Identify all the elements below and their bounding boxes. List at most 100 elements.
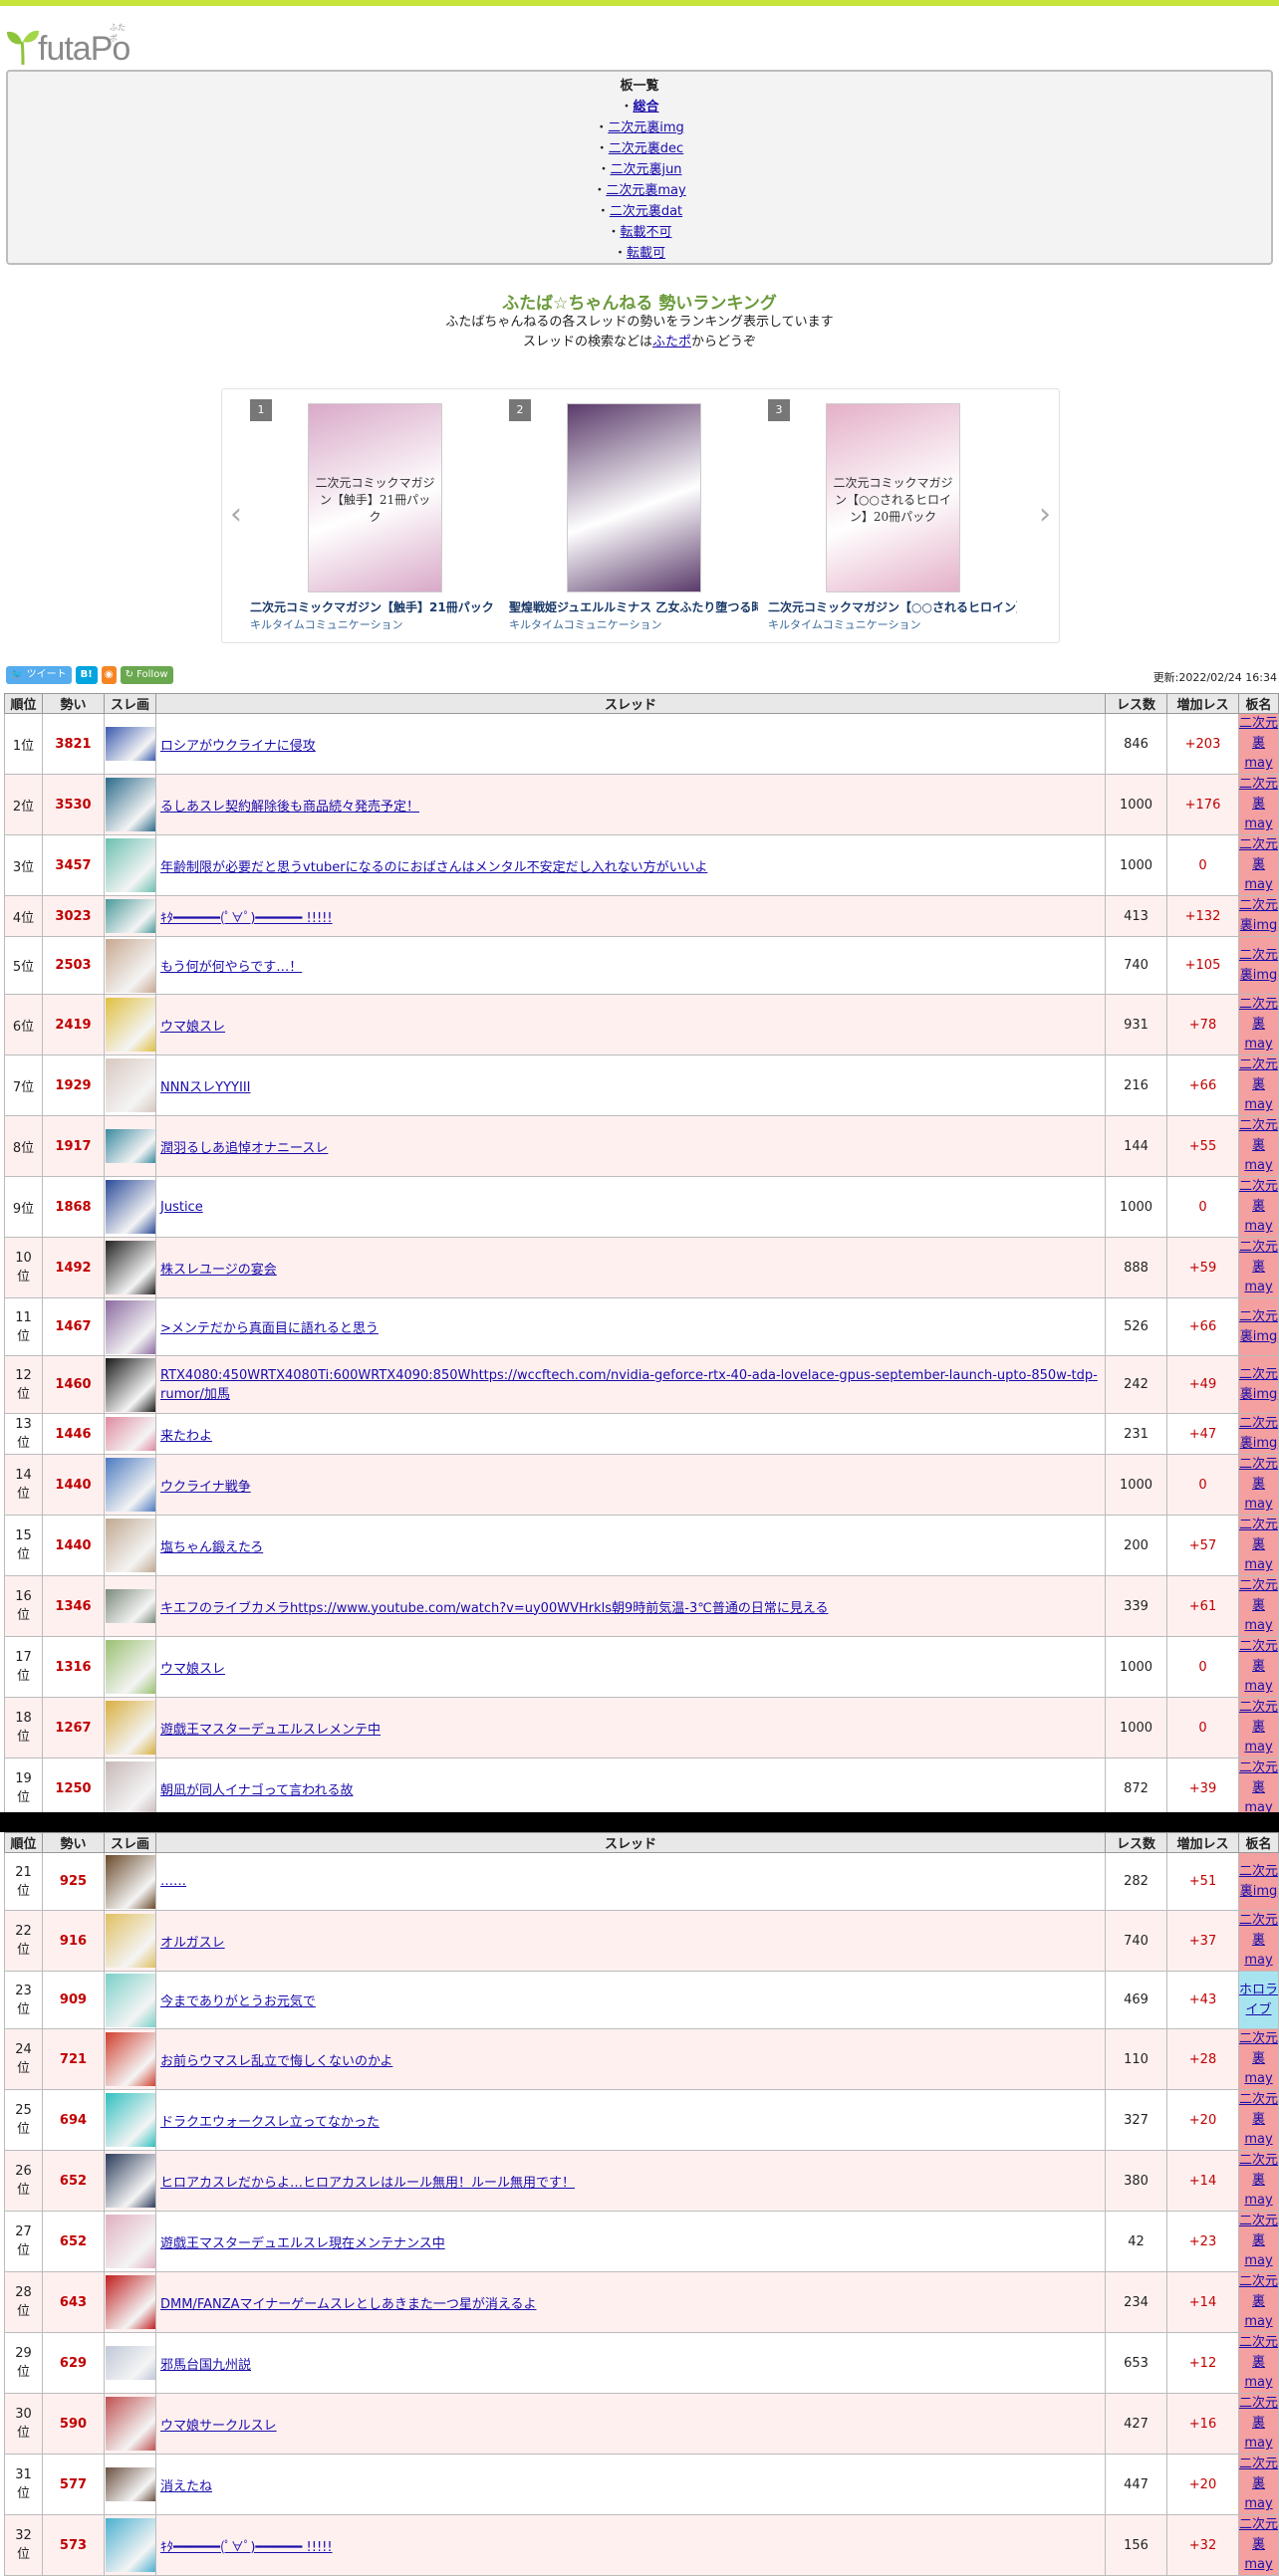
hatena-bookmark-button[interactable]: B!	[75, 666, 98, 684]
thread-link[interactable]: >メンテだから真面目に語れると思う	[160, 1321, 379, 1336]
board-name-link[interactable]: 二次元裏may	[1239, 1179, 1278, 1234]
thumbnail-image[interactable]	[106, 2397, 155, 2451]
thumbnail-image[interactable]	[106, 1640, 155, 1694]
thumbnail-image[interactable]	[106, 2275, 155, 2329]
site-logo[interactable]: futaPo ふたポ	[6, 23, 130, 66]
thread-link[interactable]: 今までありがとうお元気で	[160, 1994, 316, 2009]
thread-thumbnail[interactable]	[104, 2393, 156, 2455]
thumbnail-image[interactable]	[106, 2032, 155, 2086]
thumbnail-image[interactable]	[106, 1417, 155, 1451]
thread-link[interactable]: 遊戯王マスターデュエルスレ現在メンテナンス中	[160, 2236, 445, 2251]
thread-thumbnail[interactable]	[104, 1757, 156, 1819]
board-link[interactable]: 二次元裏may	[606, 183, 685, 198]
thumbnail-image[interactable]	[106, 778, 155, 831]
thread-thumbnail[interactable]	[104, 994, 156, 1055]
board-name-link[interactable]: 二次元裏may	[1239, 1700, 1278, 1755]
board-name-link[interactable]: 二次元裏may	[1239, 2153, 1278, 2208]
thumbnail-image[interactable]	[106, 1180, 155, 1234]
thread-link[interactable]: RTX4080:450WRTX4080Ti:600WRTX4090:850Wht…	[160, 1368, 1098, 1402]
board-name-link[interactable]: 二次元裏may	[1239, 1639, 1278, 1694]
thread-thumbnail[interactable]	[104, 2514, 156, 2576]
thumbnail-image[interactable]	[106, 1519, 155, 1572]
board-name-link[interactable]: 二次元裏img	[1239, 1864, 1278, 1899]
board-name-link[interactable]: 二次元裏may	[1239, 1240, 1278, 1294]
thumbnail-image[interactable]	[106, 1914, 155, 1968]
thumbnail-image[interactable]	[106, 1299, 155, 1354]
thumbnail-image[interactable]	[106, 2346, 155, 2380]
thread-thumbnail[interactable]	[104, 1636, 156, 1698]
thumbnail-image[interactable]	[106, 2467, 155, 2501]
thread-thumbnail[interactable]	[104, 895, 156, 937]
thumbnail-image[interactable]	[106, 1357, 155, 1412]
thread-link[interactable]: 邪馬台国九州説	[160, 2358, 251, 2373]
board-link[interactable]: 転載不可	[621, 225, 672, 240]
board-name-link[interactable]: 二次元裏img	[1239, 898, 1278, 933]
thumbnail-image[interactable]	[106, 1973, 155, 2027]
thumbnail-image[interactable]	[106, 1761, 155, 1815]
thread-link[interactable]: 株スレユージの宴会	[160, 1263, 277, 1278]
board-name-link[interactable]: 二次元裏may	[1239, 2214, 1278, 2268]
board-name-link[interactable]: 二次元裏may	[1239, 2031, 1278, 2086]
thumbnail-image[interactable]	[106, 1241, 155, 1294]
thread-link[interactable]: ｷﾀ━━━━━━(ﾟ∀ﾟ)━━━━━━ !!!!!	[160, 2540, 333, 2555]
board-name-link[interactable]: 二次元裏may	[1239, 2517, 1278, 2572]
book-cover-image[interactable]: 二次元コミックマガジン【触手】21冊パック	[308, 403, 442, 592]
thumbnail-image[interactable]	[106, 727, 155, 761]
board-name-link[interactable]: 二次元裏may	[1239, 2396, 1278, 2451]
thread-thumbnail[interactable]	[104, 1454, 156, 1516]
thumbnail-image[interactable]	[106, 2154, 155, 2208]
board-name-link[interactable]: 二次元裏may	[1239, 1760, 1278, 1815]
thread-link[interactable]: 塩ちゃん鍛えたろ	[160, 1540, 263, 1555]
thread-thumbnail[interactable]	[104, 2332, 156, 2394]
thumbnail-image[interactable]	[106, 938, 155, 993]
rss-icon[interactable]: ◉	[101, 666, 117, 684]
thumbnail-image[interactable]	[106, 1058, 155, 1112]
thread-link[interactable]: 来たわよ	[160, 1429, 212, 1444]
board-name-link[interactable]: 二次元裏may	[1239, 1578, 1278, 1633]
thread-thumbnail[interactable]	[104, 2271, 156, 2333]
board-name-link[interactable]: 二次元裏may	[1239, 716, 1278, 771]
board-link[interactable]: 転載可	[627, 246, 665, 261]
thread-thumbnail[interactable]	[104, 1413, 156, 1455]
thread-link[interactable]: るしあスレ契約解除後も商品続々発売予定！	[160, 800, 419, 815]
board-name-link[interactable]: 二次元裏may	[1239, 1457, 1278, 1512]
thread-thumbnail[interactable]	[104, 1297, 156, 1356]
thumbnail-image[interactable]	[106, 1854, 155, 1909]
thread-thumbnail[interactable]	[104, 1176, 156, 1238]
thread-link[interactable]: ロシアがウクライナに侵攻	[160, 739, 316, 754]
thread-link[interactable]: ヒロアカスレだからよ…ヒロアカスレはルール無用！ルール無用です！	[160, 2176, 575, 2191]
thread-link[interactable]: ドラクエウォークスレ立ってなかった	[160, 2115, 380, 2130]
thread-link[interactable]: 朝凪が同人イナゴって言われる故	[160, 1783, 353, 1798]
thread-link[interactable]: DMM/FANZAマイナーゲームスレとしあきまた一つ星が消えるよ	[160, 2297, 536, 2312]
board-name-link[interactable]: 二次元裏may	[1239, 1057, 1278, 1112]
thumbnail-image[interactable]	[106, 2093, 155, 2147]
board-name-link[interactable]: ホロライブ	[1239, 1983, 1278, 2017]
carousel-prev-icon[interactable]: ‹	[230, 497, 242, 532]
thread-link[interactable]: 年齢制限が必要だと思うvtuberになるのにおばさんはメンタル不安定だし入れない…	[160, 860, 707, 875]
futapo-link[interactable]: ふたポ	[652, 335, 691, 350]
board-name-link[interactable]: 二次元裏may	[1239, 2335, 1278, 2390]
thread-thumbnail[interactable]	[104, 1575, 156, 1637]
board-name-link[interactable]: 二次元裏may	[1239, 837, 1278, 892]
thread-link[interactable]: ウマ娘スレ	[160, 1662, 225, 1677]
carousel-item-title[interactable]: 二次元コミックマガジン【○○されるヒロイン】	[768, 598, 1017, 615]
thread-thumbnail[interactable]	[104, 1115, 156, 1177]
board-name-link[interactable]: 二次元裏may	[1239, 777, 1278, 831]
board-name-link[interactable]: 二次元裏img	[1239, 1367, 1278, 1402]
board-link[interactable]: 二次元裏jun	[610, 162, 681, 177]
thread-thumbnail[interactable]	[104, 1910, 156, 1972]
board-name-link[interactable]: 二次元裏may	[1239, 2274, 1278, 2329]
thread-link[interactable]: オルガスレ	[160, 1936, 225, 1951]
thread-thumbnail[interactable]	[104, 2089, 156, 2151]
thread-link[interactable]: もう何が何やらです…！	[160, 960, 302, 975]
thread-thumbnail[interactable]	[104, 1237, 156, 1298]
thread-thumbnail[interactable]	[104, 1971, 156, 2029]
thumbnail-image[interactable]	[106, 998, 155, 1052]
carousel-item[interactable]: 1 二次元コミックマガジン【触手】21冊パック 二次元コミックマガジン【触手】21冊…	[250, 399, 499, 638]
carousel-item-title[interactable]: 聖煌戦姫ジュエルルミナス 乙女ふたり堕つる時	[509, 598, 758, 615]
thread-thumbnail[interactable]	[104, 1852, 156, 1911]
thread-thumbnail[interactable]	[104, 2028, 156, 2090]
thread-thumbnail[interactable]	[104, 1054, 156, 1116]
book-cover-image[interactable]	[567, 403, 701, 592]
thread-thumbnail[interactable]	[104, 2454, 156, 2515]
